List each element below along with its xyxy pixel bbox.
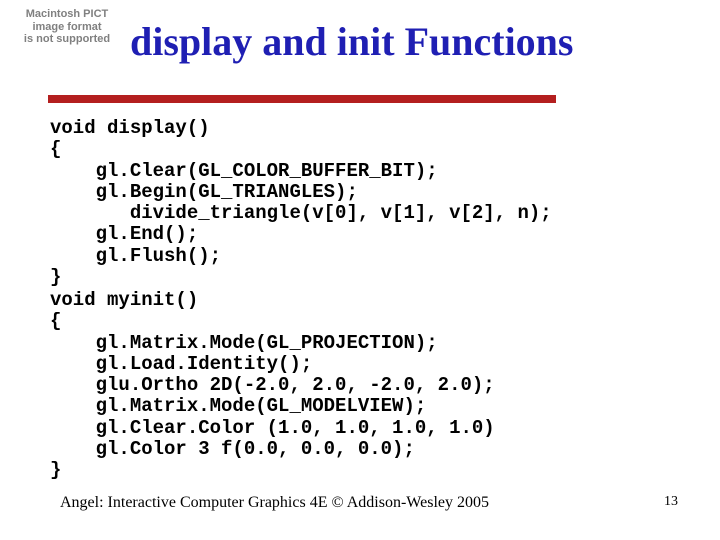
code-display-function: void display() { gl.Clear(GL_COLOR_BUFFE… <box>50 118 552 288</box>
footer-citation: Angel: Interactive Computer Graphics 4E … <box>60 494 489 512</box>
missing-image-placeholder: Macintosh PICT image format is not suppo… <box>12 8 122 46</box>
placeholder-line1: Macintosh PICT <box>26 8 109 20</box>
code-init-function: void myinit() { gl.Matrix.Mode(GL_PROJEC… <box>50 290 495 481</box>
slide: Macintosh PICT image format is not suppo… <box>0 0 720 540</box>
placeholder-line3: is not supported <box>24 33 110 45</box>
placeholder-line2: image format <box>32 21 101 33</box>
slide-title: display and init Functions <box>130 18 574 65</box>
title-underline <box>48 95 556 103</box>
page-number: 13 <box>664 494 678 510</box>
